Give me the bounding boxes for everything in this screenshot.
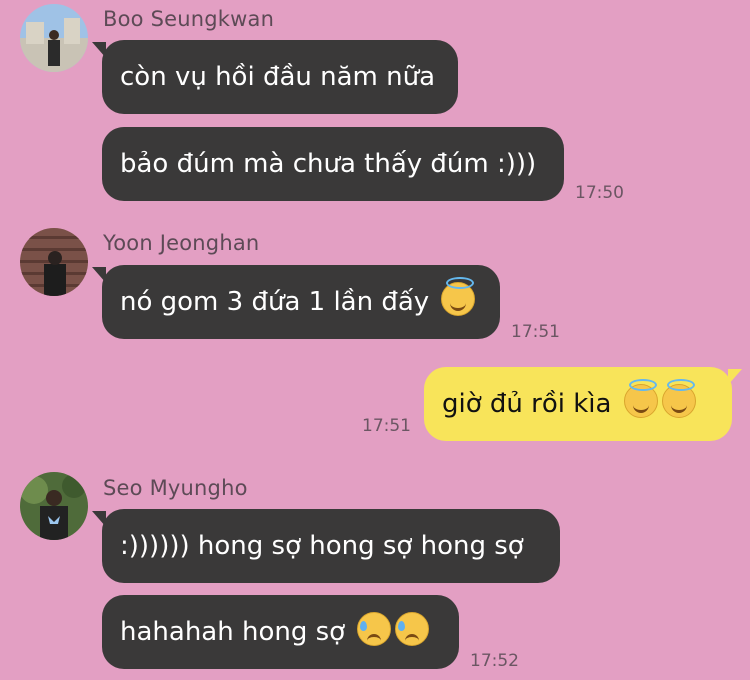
message-timestamp: 17:51 <box>511 322 560 342</box>
avatar-photo-icon <box>20 4 88 72</box>
sad-but-relieved-face-icon <box>357 612 392 646</box>
avatar-photo-icon <box>20 472 88 540</box>
sender-name: Boo Seungkwan <box>103 7 275 31</box>
smiling-face-with-halo-icon <box>441 277 476 316</box>
avatar[interactable] <box>20 4 88 72</box>
avatar[interactable] <box>20 472 88 540</box>
sender-name: Yoon Jeonghan <box>103 231 260 255</box>
message-timestamp: 17:52 <box>470 651 519 671</box>
avatar-photo-icon <box>20 228 88 296</box>
sad-but-relieved-face-icon <box>395 612 430 646</box>
sender-name: Seo Myungho <box>103 476 248 500</box>
message-text: bảo đúm mà chưa thấy đúm :))) <box>120 149 537 179</box>
message-text: còn vụ hồi đầu năm nữa <box>120 62 436 92</box>
message-timestamp: 17:51 <box>362 416 411 436</box>
message-bubble[interactable]: còn vụ hồi đầu năm nữa <box>102 40 458 114</box>
message-bubble[interactable]: nó gom 3 đứa 1 lần đấy <box>102 265 500 339</box>
message-bubble[interactable]: :)))))) hong sợ hong sợ hong sợ <box>102 509 560 583</box>
smiling-face-with-halo-icon <box>623 379 658 418</box>
message-timestamp: 17:50 <box>575 183 624 203</box>
message-text: giờ đủ rồi kìa <box>442 389 612 419</box>
message-text: hahahah hong sợ <box>120 617 346 647</box>
message-text: nó gom 3 đứa 1 lần đấy <box>120 287 430 317</box>
bubble-tail <box>728 369 742 385</box>
avatar[interactable] <box>20 228 88 296</box>
message-bubble[interactable]: hahahah hong sợ <box>102 595 459 669</box>
outgoing-message-bubble[interactable]: giờ đủ rồi kìa <box>424 367 732 441</box>
message-text: :)))))) hong sợ hong sợ hong sợ <box>120 531 524 561</box>
message-bubble[interactable]: bảo đúm mà chưa thấy đúm :))) <box>102 127 564 201</box>
smiling-face-with-halo-icon <box>661 379 696 418</box>
